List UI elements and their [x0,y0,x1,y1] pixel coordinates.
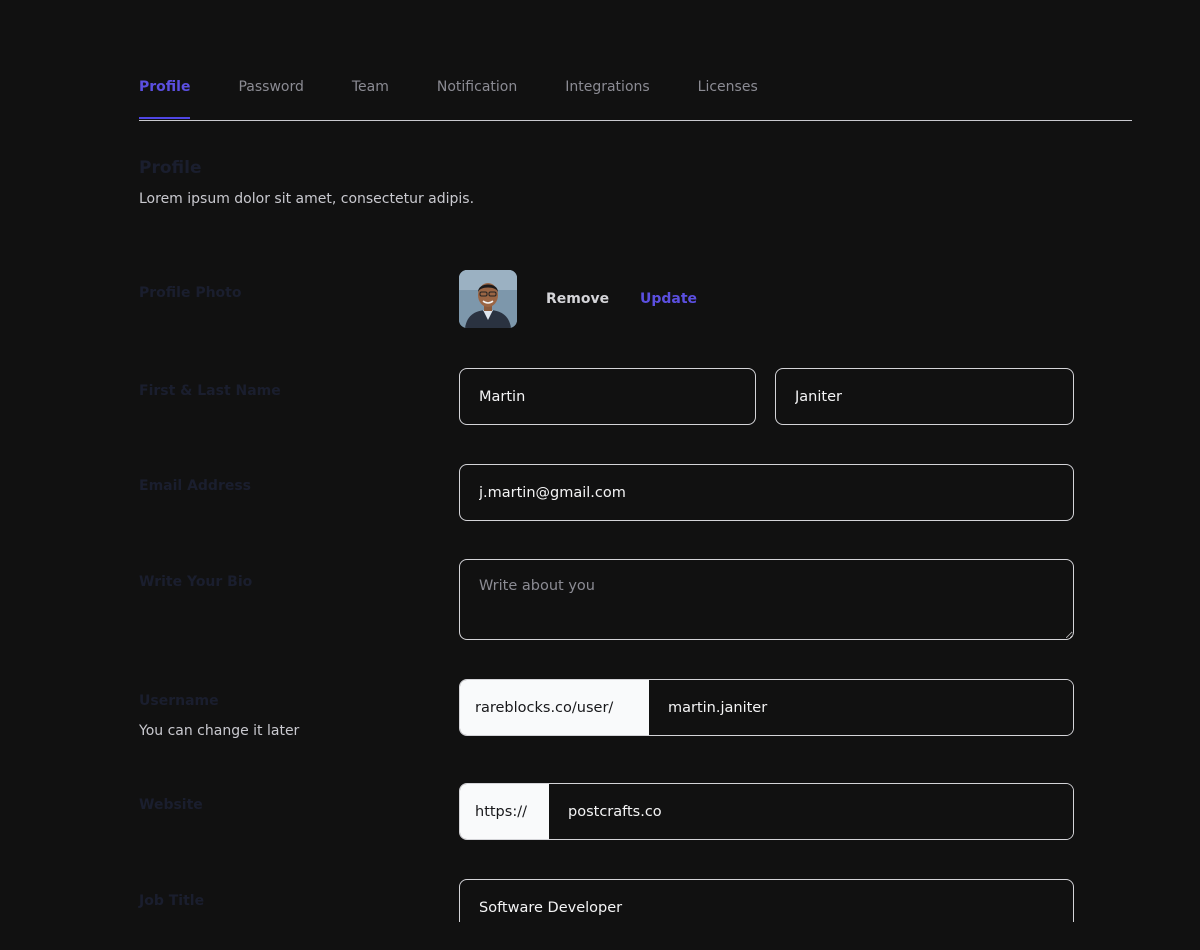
section-title: Profile [139,158,202,178]
username-prefix: rareblocks.co/user/ [460,680,649,735]
remove-photo-button[interactable]: Remove [546,291,609,307]
tab-licenses[interactable]: Licenses [698,74,758,118]
tab-team[interactable]: Team [352,74,389,118]
tab-password[interactable]: Password [238,74,303,118]
website-prefix: https:// [460,784,549,839]
job-title-input[interactable] [459,879,1074,922]
email-input[interactable] [459,464,1074,521]
username-field: rareblocks.co/user/ [459,679,1074,736]
job-title-clip [459,879,1074,922]
website-field: https:// [459,783,1074,840]
email-label: Email Address [139,478,252,494]
avatar [459,270,517,328]
tab-integrations[interactable]: Integrations [565,74,649,118]
website-input[interactable] [549,784,1073,839]
profile-photo-label: Profile Photo [139,285,242,301]
bio-textarea[interactable] [459,559,1074,640]
avatar-portrait-icon [459,270,517,328]
username-input[interactable] [649,680,1073,735]
tab-profile[interactable]: Profile [139,74,191,119]
username-hint: You can change it later [139,723,300,739]
last-name-input[interactable] [775,368,1074,425]
name-label: First & Last Name [139,383,281,399]
section-subtitle: Lorem ipsum dolor sit amet, consectetur … [139,191,475,207]
profile-settings-page: Profile Password Team Notification Integ… [0,0,1200,950]
update-photo-button[interactable]: Update [640,291,697,307]
first-name-input[interactable] [459,368,756,425]
job-title-label: Job Title [139,893,205,909]
bio-label: Write Your Bio [139,574,253,590]
tab-notification[interactable]: Notification [437,74,517,118]
website-label: Website [139,797,203,813]
username-label: Username [139,693,219,709]
settings-tabs: Profile Password Team Notification Integ… [139,74,1132,121]
